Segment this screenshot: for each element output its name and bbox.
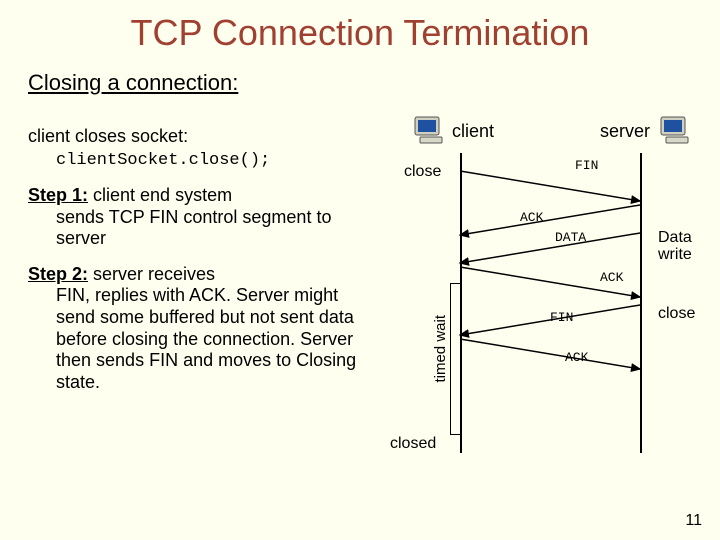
server-timeline [640, 153, 642, 453]
client-computer-icon [412, 115, 448, 152]
server-computer-icon [658, 115, 694, 152]
page-number: 11 [685, 512, 702, 530]
page-title: TCP Connection Termination [0, 0, 720, 54]
step1-body: sends TCP FIN control segment to server [28, 207, 378, 250]
step2-tail: server receives [88, 264, 215, 284]
intro-line: client closes socket: [28, 126, 188, 146]
timed-wait-label: timed wait [432, 315, 449, 383]
client-label: client [452, 121, 494, 142]
sequence-diagram: client server close closed Data write cl… [400, 115, 700, 485]
explanation-text: client closes socket: clientSocket.close… [28, 126, 378, 407]
msg-ack1: ACK [520, 210, 543, 225]
message-arrows [460, 153, 640, 463]
step1-head: Step 1: [28, 185, 88, 205]
server-label: server [600, 121, 650, 142]
step2-body: FIN, replies with ACK. Server might send… [28, 285, 378, 393]
evt-client-close: close [404, 163, 441, 181]
step1-tail: client end system [88, 185, 232, 205]
timed-wait-bracket [450, 283, 460, 435]
evt-client-closed: closed [390, 435, 436, 453]
evt-server-datawrite: Data write [658, 230, 708, 264]
msg-fin2: FIN [550, 310, 573, 325]
msg-ack3: ACK [565, 350, 588, 365]
client-timeline [460, 153, 462, 453]
msg-data: DATA [555, 230, 586, 245]
evt-server-close: close [658, 305, 695, 323]
msg-ack2: ACK [600, 270, 623, 285]
msg-fin1: FIN [575, 158, 598, 173]
intro-code: clientSocket.close(); [28, 151, 270, 170]
step2-head: Step 2: [28, 264, 88, 284]
section-subtitle: Closing a connection: [0, 54, 720, 106]
